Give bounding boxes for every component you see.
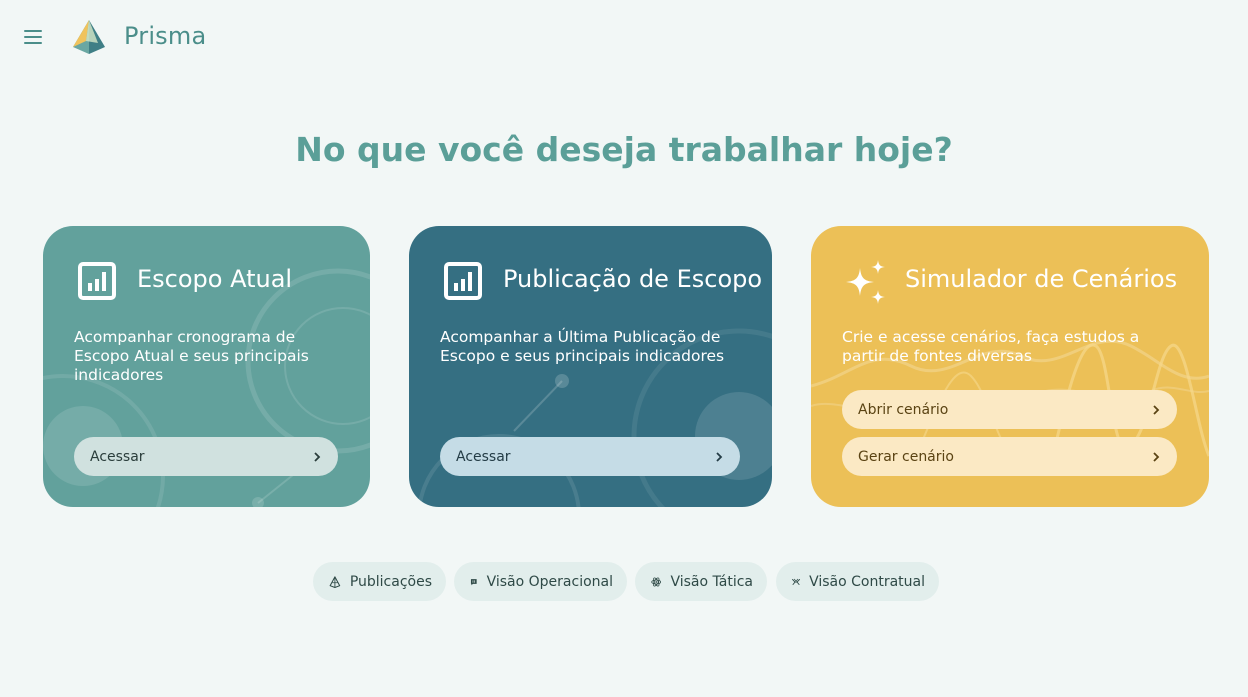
open-scenario-button[interactable]: Abrir cenário <box>842 390 1177 429</box>
atom-icon <box>651 577 662 586</box>
chat-flag-icon <box>470 578 477 585</box>
button-label: Acessar <box>90 448 145 465</box>
card-simulador-de-cenarios: Simulador de Cenários Crie e acesse cená… <box>811 226 1209 507</box>
chevron-right-icon <box>1153 404 1160 415</box>
card-description: Crie e acesse cenários, faça estudos a p… <box>842 328 1140 365</box>
chip-visao-operacional[interactable]: Visão Operacional <box>454 562 627 601</box>
prisma-logo <box>73 20 105 54</box>
card-title: Escopo Atual <box>137 265 293 293</box>
chip-label: Visão Tática <box>670 573 753 590</box>
chevron-right-icon <box>716 451 723 462</box>
card-title: Publicação de Escopo <box>503 265 763 293</box>
card-description: Acompanhar a Última Publicação de Escopo… <box>440 328 725 365</box>
chip-label: Publicações <box>349 573 432 590</box>
button-label: Abrir cenário <box>858 401 949 418</box>
card-escopo-atual: Escopo Atual Acompanhar cronograma de Es… <box>43 226 370 507</box>
top-bar: Prisma <box>0 0 1248 76</box>
access-button[interactable]: Acessar <box>74 437 338 476</box>
card-title: Simulador de Cenários <box>905 265 1178 293</box>
chip-label: Visão Operacional <box>486 573 613 590</box>
menu-icon[interactable] <box>22 26 46 48</box>
sparkles-icon <box>846 260 885 304</box>
button-label: Acessar <box>456 448 511 465</box>
card-publicacao-de-escopo: Publicação de Escopo Acompanhar a Última… <box>409 226 772 507</box>
chevron-right-icon <box>1153 451 1160 462</box>
app-title: Prisma <box>124 22 207 50</box>
card-description: Acompanhar cronograma de Escopo Atual e … <box>74 328 309 384</box>
bar-chart-icon <box>78 262 116 300</box>
chevron-right-icon <box>314 451 321 462</box>
access-button[interactable]: Acessar <box>440 437 740 476</box>
chip-publicacoes[interactable]: Publicações <box>313 562 446 601</box>
button-label: Gerar cenário <box>858 448 954 465</box>
prism-icon <box>329 575 341 588</box>
chip-visao-contratual[interactable]: Visão Contratual <box>776 562 939 601</box>
bar-chart-icon <box>444 262 482 300</box>
page-headline: No que você deseja trabalhar hoje? <box>295 130 953 169</box>
chip-visao-tatica[interactable]: Visão Tática <box>635 562 767 601</box>
quick-links: Publicações Visão Operacional Visão Táti… <box>0 562 1248 602</box>
chip-label: Visão Contratual <box>809 573 925 590</box>
generate-scenario-button[interactable]: Gerar cenário <box>842 437 1177 476</box>
handshake-icon <box>792 578 801 585</box>
